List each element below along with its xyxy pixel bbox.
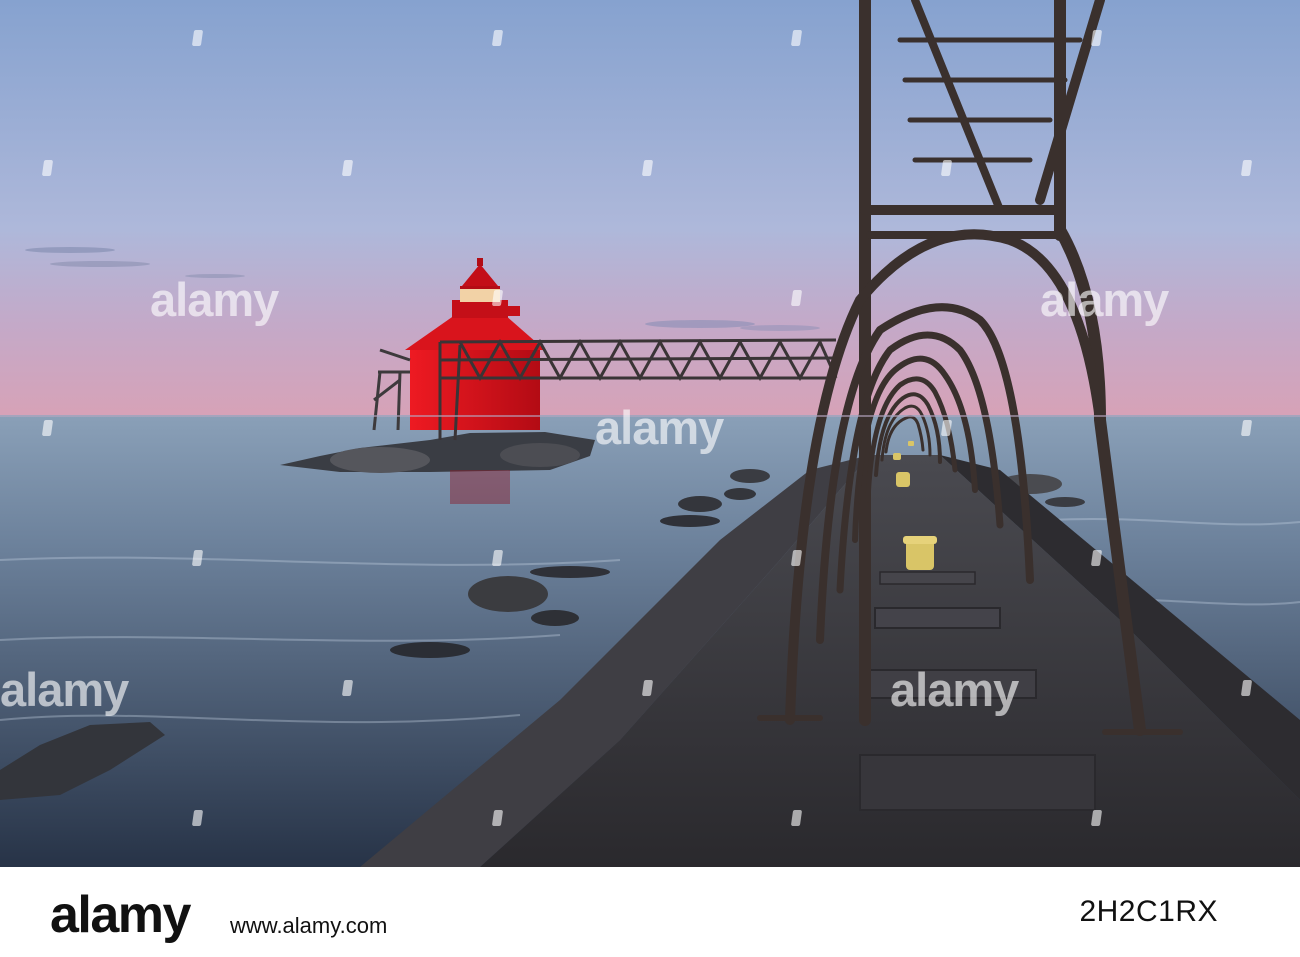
stock-footer-bar: alamy 2H2C1RX www.alamy.com xyxy=(0,867,1300,957)
stock-photo: alamy alamy alamy alamy alamy xyxy=(0,0,1300,867)
sky xyxy=(0,0,1300,417)
alamy-logo[interactable]: alamy xyxy=(50,885,191,945)
image-id: 2H2C1RX xyxy=(1079,895,1218,928)
site-url[interactable]: www.alamy.com xyxy=(230,913,387,939)
pier-lighthouse-scene xyxy=(0,0,1300,867)
